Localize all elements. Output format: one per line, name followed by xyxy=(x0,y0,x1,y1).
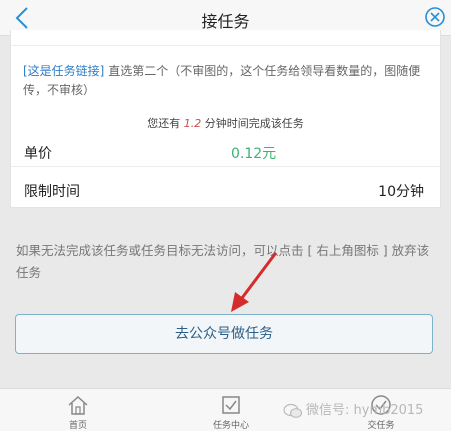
time-value: 1.2 xyxy=(183,117,202,130)
task-card: [这是任务链接] 直选第二个（不审图的，这个任务给领导看数量的，图随便传，不审核… xyxy=(10,30,441,208)
red-arrow-annotation xyxy=(231,252,277,312)
time-prefix: 您还有 xyxy=(147,117,181,130)
tab-label: 交任务 xyxy=(367,421,395,431)
go-to-official-account-button[interactable]: 去公众号做任务 xyxy=(15,314,433,354)
time-limit-value: 10分钟 xyxy=(378,184,424,200)
watermark-text: 微信号: hymb2015 xyxy=(306,403,424,418)
tab-home[interactable]: 首页 xyxy=(43,389,113,431)
time-limit-row: 限制时间 10分钟 xyxy=(11,175,440,205)
task-description: [这是任务链接] 直选第二个（不审图的，这个任务给领导看数量的，图随便传，不审核… xyxy=(23,62,429,100)
home-icon xyxy=(68,395,88,415)
time-limit-label: 限制时间 xyxy=(24,184,80,200)
close-circle-icon xyxy=(425,7,445,27)
wechat-icon xyxy=(283,403,303,418)
abandon-task-button[interactable] xyxy=(424,6,446,28)
watermark: 微信号: hymb2015 xyxy=(283,399,423,419)
page-title: 接任务 xyxy=(201,12,250,31)
tab-label: 任务中心 xyxy=(212,421,249,431)
time-suffix: 分钟时间完成该任务 xyxy=(204,117,304,130)
price-label: 单价 xyxy=(24,146,52,162)
divider xyxy=(11,45,440,46)
task-center-icon xyxy=(222,396,240,414)
tab-label: 首页 xyxy=(68,421,87,431)
time-remaining: 您还有 1.2 分钟时间完成该任务 xyxy=(11,115,440,131)
price-row: 单价 0.12元 xyxy=(11,137,440,167)
price-value: 0.12元 xyxy=(231,146,277,162)
tab-task-center[interactable]: 任务中心 xyxy=(196,389,266,431)
task-link[interactable]: [这是任务链接] xyxy=(23,64,104,78)
